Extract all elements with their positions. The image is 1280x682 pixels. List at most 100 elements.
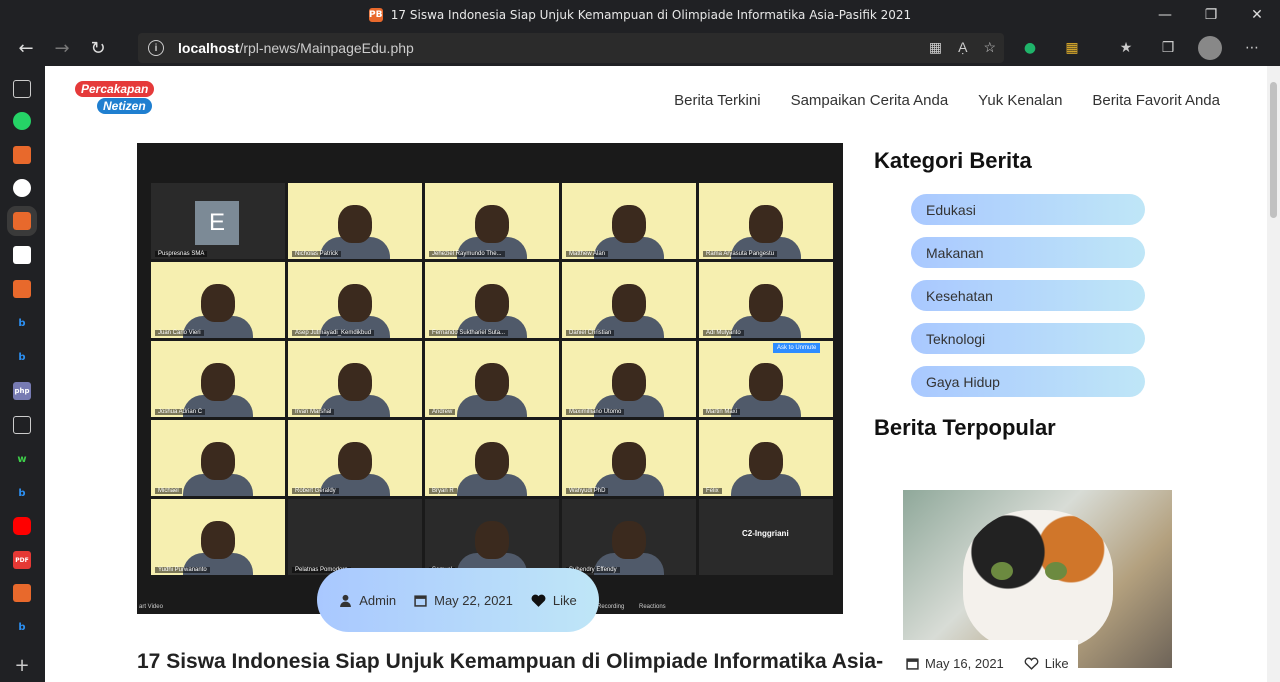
bing-icon[interactable]: b [13,314,31,332]
logo-line2: Netizen [97,98,152,114]
document-icon[interactable] [13,416,31,434]
participant-name: Juan Carlo Vieri [155,330,204,336]
participant-tile: Matthew Alan [562,183,696,259]
participant-tile: Daniel Christian [562,262,696,338]
site-favicon-icon: PB [368,8,383,22]
cat-eye [1045,562,1067,580]
app-icon[interactable] [13,584,31,602]
whatsapp-icon[interactable] [13,112,31,130]
nav-berita-favorit[interactable]: Berita Favorit Anda [1092,92,1220,109]
video-call-grid: E Puspresnas SMA Nicholas Patrick Jeheziel … [151,183,833,575]
participant-tile: Yudhi Purwananto [151,499,285,575]
translate-icon[interactable]: Ạ [958,39,967,56]
bing-icon[interactable]: b [13,348,31,366]
pdf-icon[interactable]: PDF [13,551,31,569]
minimize-button[interactable]: — [1142,0,1188,30]
window-titlebar: PB 17 Siswa Indonesia Siap Unjuk Kemampu… [0,0,1280,30]
participant-tile: Adi Mulyanto [699,262,833,338]
participant-face [475,284,509,322]
zoom-recording: Recording [597,604,625,610]
zoom-reactions: Reactions [639,604,666,610]
refresh-button[interactable]: ↻ [80,30,116,66]
participant-tile: Jeheziel Raymundo The... [425,183,559,259]
participant-face [749,284,783,322]
favorites-icon[interactable]: ★ [1114,36,1138,60]
participant-name: Jeheziel Raymundo The... [429,251,505,257]
participant-name: Irvan Marshal [292,409,335,415]
participant-face [338,284,372,322]
article-hero-image[interactable]: E Puspresnas SMA Nicholas Patrick Jeheziel … [137,143,843,614]
participant-tile: Fernando Sukthariel Suta... [425,262,559,338]
article-meta-pill: Admin May 22, 2021 Like [317,568,599,632]
notion-icon[interactable] [13,246,31,264]
participant-name: Felix [703,488,722,494]
popular-heading: Berita Terpopular [874,415,1056,440]
nav-sampaikan-cerita[interactable]: Sampaikan Cerita Anda [791,92,949,109]
github-icon[interactable] [13,179,31,197]
participant-face [612,205,646,243]
author-name[interactable]: Admin [359,593,396,608]
profile-avatar[interactable] [1198,36,1222,60]
app-icon[interactable] [13,280,31,298]
site-info-icon[interactable]: i [148,40,164,56]
article-title[interactable]: 17 Siswa Indonesia Siap Unjuk Kemampuan … [137,650,883,674]
page-scrollbar[interactable] [1267,66,1280,682]
like-button[interactable]: Like [531,593,577,608]
address-bar[interactable]: i localhost/rpl-news/MainpageEdu.php ▦ Ạ… [138,33,1004,63]
participant-name: Asep Jutmayadi_Kemdikbud [292,330,375,336]
grammarly-extension-icon[interactable]: ● [1018,36,1042,60]
participant-tile: Rama Aryasuta Pangestu [699,183,833,259]
category-teknologi[interactable]: Teknologi [911,323,1145,354]
category-edukasi[interactable]: Edukasi [911,194,1145,225]
participant-avatar: E [195,201,239,245]
participant-face [612,442,646,480]
participant-tile: Nicholas Patrick [288,183,422,259]
back-button[interactable]: ← [8,30,44,66]
participant-face [475,442,509,480]
youtube-icon[interactable] [13,517,31,535]
restore-button[interactable]: ❐ [1188,0,1234,30]
participant-face [201,284,235,322]
participant-tile: Irvan Marshal [288,341,422,417]
participant-face [475,521,509,559]
color-extension-icon[interactable]: ▦ [1060,36,1084,60]
participant-face [475,205,509,243]
popular-article-image[interactable] [903,490,1172,668]
participant-tile: Maximilliano Utomo [562,341,696,417]
participant-name: C2-Inggriani [742,529,789,538]
more-menu-icon[interactable]: ⋯ [1240,36,1264,60]
article-date: May 22, 2021 [434,592,513,608]
collections-icon[interactable]: ❒ [1156,36,1180,60]
participant-tile: Asep Jutmayadi_Kemdikbud [288,262,422,338]
close-button[interactable]: ✕ [1234,0,1280,30]
add-icon[interactable]: + [13,655,31,676]
active-app-icon[interactable] [7,206,37,236]
forward-button[interactable]: → [44,30,80,66]
scrollbar-thumb[interactable] [1270,82,1277,218]
category-makanan[interactable]: Makanan [911,237,1145,268]
favorite-star-icon[interactable]: ☆ [983,39,996,56]
browser-toolbar: ← → ↻ i localhost/rpl-news/MainpageEdu.p… [0,30,1280,66]
nav-berita-terkini[interactable]: Berita Terkini [674,92,760,109]
participant-face [201,442,235,480]
popular-like-button[interactable]: Like [1024,656,1069,671]
participant-tile: Michael [151,420,285,496]
ask-unmute-badge: Ask to Unmute [773,343,821,353]
tabs-icon[interactable] [13,80,31,98]
app-icon[interactable] [13,146,31,164]
category-kesehatan[interactable]: Kesehatan [911,280,1145,311]
reader-view-icon[interactable]: ▦ [929,39,942,56]
nav-yuk-kenalan[interactable]: Yuk Kenalan [978,92,1062,109]
site-logo[interactable]: Percakapan Netizen [75,81,170,119]
participant-face [338,442,372,480]
php-icon[interactable]: php [13,382,31,400]
category-list: Edukasi Makanan Kesehatan Teknologi Gaya… [911,194,1145,397]
bing-icon[interactable]: b [13,618,31,636]
address-host: localhost [178,40,240,56]
webtoon-icon[interactable]: w [13,450,31,468]
zoom-start-video: art Video [139,604,163,610]
bing-icon[interactable]: b [13,484,31,502]
category-gaya-hidup[interactable]: Gaya Hidup [911,366,1145,397]
participant-face [612,521,646,559]
participant-tile: Bryan R [425,420,559,496]
